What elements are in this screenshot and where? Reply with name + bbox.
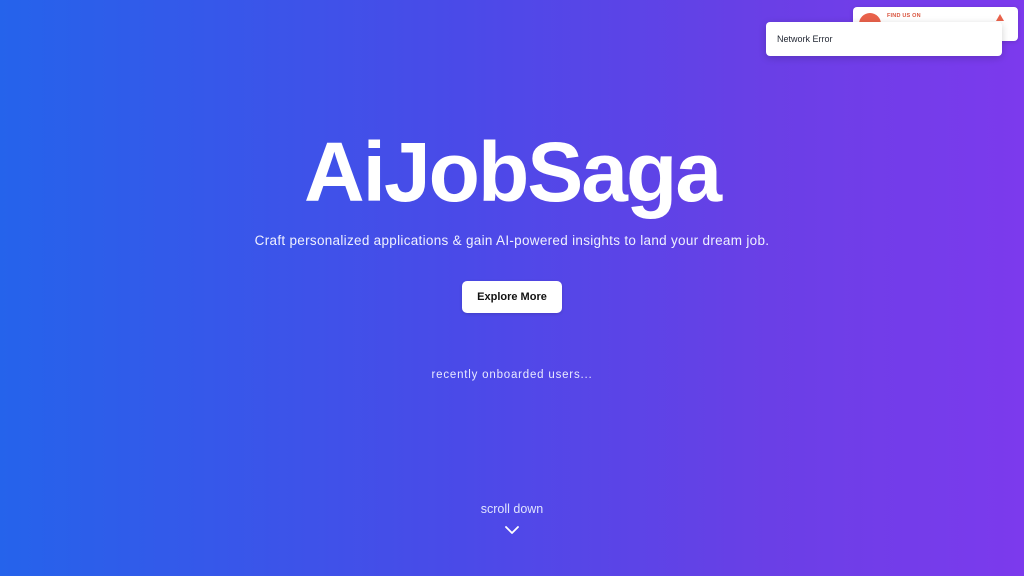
error-toast: Network Error — [766, 22, 1002, 56]
scroll-down-link[interactable]: scroll down — [462, 500, 562, 550]
explore-more-button[interactable]: Explore More — [462, 281, 562, 313]
scroll-down-label: scroll down — [480, 502, 544, 516]
upvote-icon — [996, 14, 1004, 21]
toast-message: Network Error — [777, 34, 833, 44]
recently-onboarded-label: recently onboarded users... — [431, 369, 593, 381]
brand-title: AiJobSaga — [303, 125, 722, 219]
tagline: Craft personalized applications & gain A… — [254, 233, 770, 248]
chevron-down-icon — [505, 526, 519, 534]
find-us-text: FIND US ON — [887, 13, 921, 19]
hero-section: AiJobSaga Craft personalized application… — [0, 0, 1024, 576]
